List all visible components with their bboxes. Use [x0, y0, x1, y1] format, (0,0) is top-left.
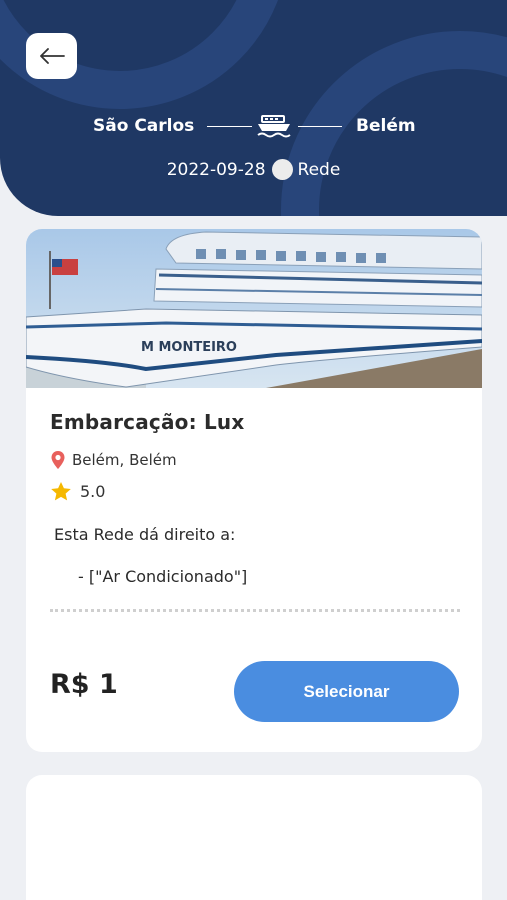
arrow-left-icon: [39, 48, 65, 64]
origin-city: São Carlos: [93, 116, 195, 136]
map-pin-icon: [51, 451, 65, 469]
trip-date: 2022-09-28: [166, 159, 266, 180]
route-line-right: [298, 126, 342, 127]
separator-dot: [271, 159, 293, 180]
route: São Carlos Belém: [0, 112, 507, 142]
destination-city: Belém: [356, 116, 416, 136]
dotted-divider: [50, 609, 460, 612]
accommodation-type: Rede: [297, 159, 341, 180]
trip-details: 2022-09-28 Rede: [0, 159, 507, 180]
boat-photo: M MONTEIRO: [26, 229, 482, 388]
perks-title: Esta Rede dá direito a:: [54, 525, 236, 544]
boat-card: M MONTEIRO Embarcação: Lux Belém, Belém …: [26, 229, 482, 752]
route-line-left: [207, 126, 252, 127]
header-wave-decoration: [0, 0, 507, 216]
boat-location: Belém, Belém: [50, 450, 177, 470]
location-text: Belém, Belém: [72, 451, 177, 469]
price: R$ 1: [50, 669, 118, 700]
rating-value: 5.0: [80, 482, 106, 501]
boat-title: Embarcação: Lux: [50, 410, 245, 434]
boat-card-next: [26, 775, 482, 900]
back-button[interactable]: [26, 33, 77, 79]
trip-header: São Carlos Belém 2022-09-28 Rede: [0, 0, 507, 216]
perk-item: - ["Ar Condicionado"]: [78, 567, 248, 586]
select-button[interactable]: Selecionar: [234, 661, 459, 722]
boat-rating: 5.0: [50, 481, 105, 502]
star-icon: [51, 482, 71, 501]
svg-text:M MONTEIRO: M MONTEIRO: [141, 340, 237, 355]
boat-icon: [257, 115, 291, 138]
